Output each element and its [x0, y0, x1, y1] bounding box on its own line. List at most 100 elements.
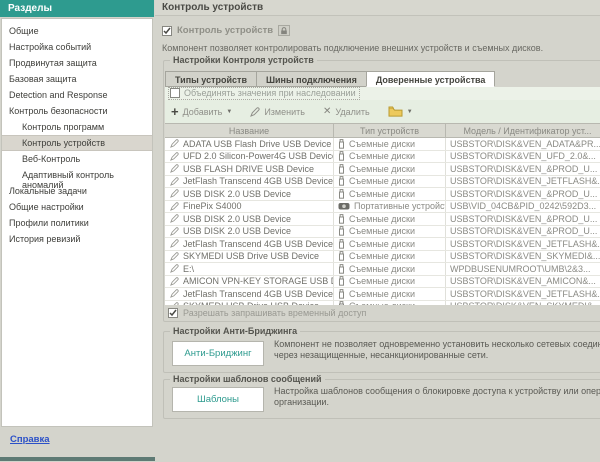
table-row[interactable]: USB DISK 2.0 USB Device Съемные диски US… — [165, 213, 600, 226]
device-name: E:\ — [183, 263, 195, 274]
usb-drive-icon — [338, 226, 345, 236]
pencil-icon — [170, 202, 179, 211]
plus-icon: + — [171, 103, 179, 119]
edit-button[interactable]: Изменить — [250, 107, 305, 117]
sidebar-item[interactable]: Detection and Response — [2, 87, 152, 103]
sidebar-item[interactable]: Контроль устройств — [2, 135, 152, 151]
table-row[interactable]: SKYMEDI USB Drive USB Device Съемные дис… — [165, 250, 600, 263]
device-name: AMICON VPN-KEY STORAGE USB Device — [183, 276, 333, 287]
table-row[interactable]: USB DISK 2.0 USB Device Съемные диски US… — [165, 225, 600, 238]
tab-connection-buses[interactable]: Шины подключения — [255, 71, 367, 87]
pencil-icon — [170, 302, 179, 305]
device-type: Съемные диски — [349, 301, 415, 305]
import-export-button[interactable]: ▼ — [388, 106, 413, 117]
trusted-devices-table: Название Тип устройств Модель / Идентифи… — [165, 123, 600, 305]
device-model: USBSTOR\DISK&VEN_SKYMEDI&... — [445, 250, 600, 262]
usb-drive-icon — [338, 263, 345, 274]
device-type: Съемные диски — [349, 138, 416, 149]
table-row[interactable]: UFD 2.0 Silicon-Power4G USB Device Съемн… — [165, 150, 600, 163]
sidebar-header: Разделы — [0, 0, 154, 17]
device-name: SKYMEDI USB Drive USB Device — [183, 301, 319, 305]
device-type: Съемные диски — [349, 276, 416, 287]
sidebar-item[interactable]: Веб-Контроль — [2, 151, 152, 167]
table-row[interactable]: FinePix S4000 Портативные устройства (М.… — [165, 200, 600, 213]
usb-drive-icon — [338, 288, 345, 299]
sidebar-item[interactable]: Локальные задачи — [2, 183, 152, 199]
device-type: Съемные диски — [349, 213, 416, 224]
usb-drive-icon — [338, 163, 345, 174]
device-name: SKYMEDI USB Drive USB Device — [183, 251, 320, 262]
usb-drive-icon — [338, 138, 345, 149]
table-row[interactable]: JetFlash Transcend 4GB USB Device Съемны… — [165, 238, 600, 251]
table-row[interactable]: JetFlash Transcend 4GB USB Device Съемны… — [165, 175, 600, 188]
device-name: JetFlash Transcend 4GB USB Device — [183, 288, 333, 299]
anti-bridging-button[interactable]: Анти-Бриджинг — [172, 341, 264, 366]
device-control-tabs: Типы устройств Шины подключения Доверенн… — [165, 71, 496, 87]
sidebar-item[interactable]: История ревизий — [2, 231, 152, 247]
device-model: USB\VID_04CB&PID_0242\592D3... — [445, 200, 600, 212]
pencil-icon — [170, 139, 179, 149]
inherit-values-row: Объединять значения при наследовании — [165, 87, 600, 100]
device-model: USBSTOR\DISK&VEN_ADATA&PR... — [445, 138, 600, 150]
usb-drive-icon — [338, 151, 345, 161]
table-row[interactable]: JetFlash Transcend 4GB USB Device Съемны… — [165, 288, 600, 301]
pencil-icon — [170, 277, 179, 286]
pencil-icon — [170, 214, 179, 224]
device-type: Съемные диски — [349, 226, 416, 237]
sidebar-item[interactable]: Контроль безопасности — [2, 103, 152, 119]
delete-button[interactable]: ✕ Удалить — [323, 106, 370, 117]
table-row[interactable]: AMICON VPN-KEY STORAGE USB Device Съемны… — [165, 275, 600, 288]
inherit-values-checkbox[interactable] — [170, 88, 180, 98]
device-control-enable-row: Контроль устройств — [162, 25, 291, 36]
tab-trusted-devices[interactable]: Доверенные устройства — [365, 71, 496, 87]
lock-icon[interactable] — [278, 25, 291, 36]
pencil-icon — [170, 164, 179, 174]
device-control-settings-group: Настройки Контроля устройств Типы устрой… — [163, 55, 600, 322]
device-control-label: Контроль устройств — [177, 25, 274, 36]
x-icon: ✕ — [322, 106, 332, 117]
column-name[interactable]: Название — [165, 124, 333, 137]
add-button[interactable]: + Добавить ▼ — [171, 103, 232, 119]
temporary-access-checkbox[interactable] — [168, 308, 178, 318]
device-type: Съемные диски — [349, 188, 416, 199]
device-type: Съемные диски — [349, 263, 416, 274]
group-title: Настройки шаблонов сообщений — [170, 374, 325, 384]
sidebar-item[interactable]: Настройка событий — [2, 39, 152, 55]
group-title: Настройки Контроля устройств — [170, 55, 317, 65]
usb-drive-icon — [338, 276, 345, 286]
table-row[interactable]: E:\ Съемные диски WPDBUSENUMROOT\UMB\2&3… — [165, 263, 600, 276]
device-name: USB DISK 2.0 USB Device — [183, 226, 292, 237]
sidebar-item[interactable]: Продвинутая защита — [2, 55, 152, 71]
sidebar-item[interactable]: Базовая защита — [2, 71, 152, 87]
templates-button[interactable]: Шаблоны — [172, 387, 264, 412]
folder-icon — [388, 106, 403, 117]
device-model: USBSTOR\DISK&VEN_JETFLASH&... — [445, 288, 600, 300]
sidebar-item[interactable]: Общие настройки — [2, 199, 152, 215]
sidebar-item[interactable]: Общие — [2, 23, 152, 39]
device-model: USBSTOR\DISK&VEN_&PROD_U... — [445, 163, 600, 175]
device-model: USBSTOR\DISK&VEN_UFD_2.0&... — [445, 150, 600, 162]
device-type: Съемные диски — [349, 163, 416, 174]
tab-device-types[interactable]: Типы устройств — [165, 71, 257, 87]
table-row[interactable]: SKYMEDI USB Drive USB Device Съемные дис… — [165, 300, 600, 305]
pencil-icon — [170, 289, 179, 299]
temporary-access-row: Разрешать запрашивать временный доступ — [168, 308, 366, 318]
device-name: USB DISK 2.0 USB Device — [183, 213, 292, 224]
table-row[interactable]: USB DISK 2.0 USB Device Съемные диски US… — [165, 188, 600, 201]
device-type: Съемные диски — [349, 151, 416, 162]
usb-drive-icon — [338, 301, 345, 305]
sidebar-item[interactable]: Контроль программ — [2, 119, 152, 135]
table-row[interactable]: USB FLASH DRIVE USB Device Съемные диски… — [165, 163, 600, 176]
device-name: USB FLASH DRIVE USB Device — [183, 163, 315, 174]
column-device-type[interactable]: Тип устройств — [333, 124, 445, 137]
temporary-access-label: Разрешать запрашивать временный доступ — [183, 308, 367, 318]
inherit-values-focus: Объединять значения при наследовании — [168, 87, 360, 100]
usb-drive-icon — [338, 213, 345, 224]
table-row[interactable]: ADATA USB Flash Drive USB Device Съемные… — [165, 138, 600, 151]
column-model-id[interactable]: Модель / Идентификатор уст... — [445, 124, 600, 137]
device-control-checkbox[interactable] — [162, 25, 172, 36]
help-link[interactable]: Справка — [10, 434, 50, 445]
sidebar-item[interactable]: Адаптивный контроль аномалий — [2, 167, 152, 190]
sidebar-item[interactable]: Профили политики — [2, 215, 152, 231]
usb-drive-icon — [338, 251, 345, 261]
